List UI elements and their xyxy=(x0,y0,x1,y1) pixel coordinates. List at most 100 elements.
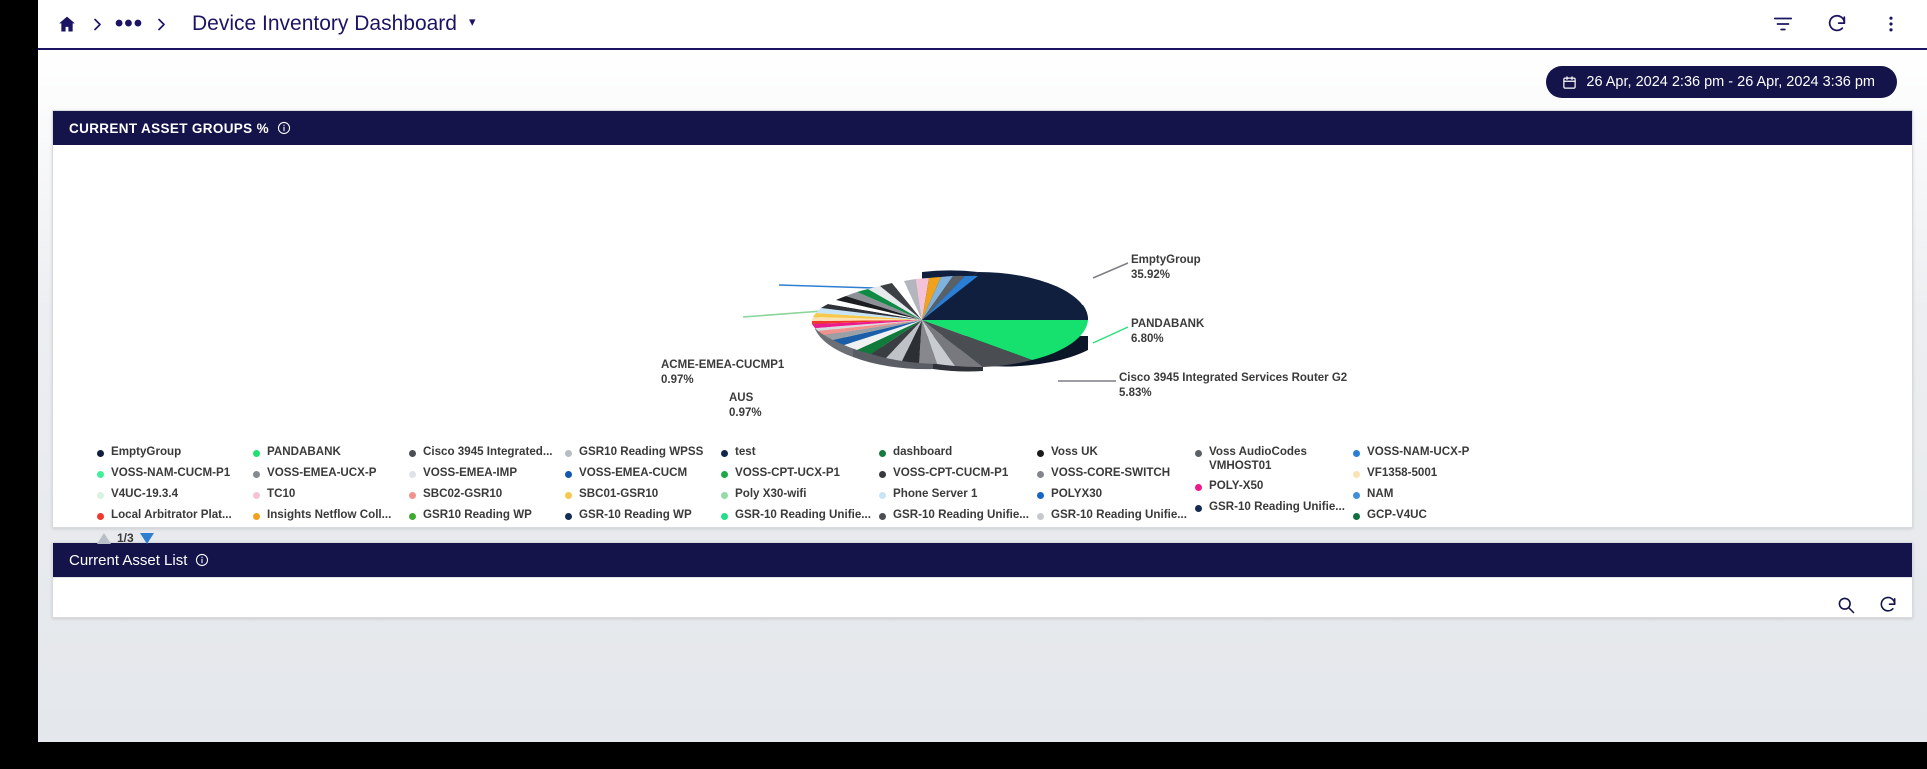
legend-label: POLYX30 xyxy=(1051,487,1103,500)
legend-swatch xyxy=(565,471,572,478)
legend-swatch xyxy=(253,492,260,499)
callout-acme-emea-cucmp1: ACME-EMEA-CUCMP1 0.97% xyxy=(661,358,784,388)
legend-label: VOSS-EMEA-IMP xyxy=(423,466,518,479)
legend-label: VOSS-CPT-UCX-P1 xyxy=(735,466,841,479)
legend-swatch xyxy=(1353,471,1360,478)
legend-item[interactable]: VOSS-EMEA-IMP xyxy=(409,466,565,487)
callout-aus-value: 0.97% xyxy=(729,407,762,419)
legend-item[interactable]: VOSS-NAM-UCX-P xyxy=(1353,445,1511,466)
breadcrumb-ellipsis-button[interactable]: ••• xyxy=(112,9,146,39)
callout-aus-label: AUS xyxy=(729,392,754,404)
legend-swatch xyxy=(879,450,886,457)
legend-swatch xyxy=(1353,492,1360,499)
pie-chart-svg[interactable] xyxy=(53,145,1911,445)
legend-item[interactable]: VOSS-CORE-SWITCH xyxy=(1037,466,1195,487)
legend-item[interactable]: Local Arbitrator Plat... xyxy=(97,508,253,529)
legend-page-indicator: 1/3 xyxy=(117,531,134,545)
legend-page-down-button[interactable] xyxy=(139,532,154,544)
legend-label: TC10 xyxy=(267,487,296,500)
legend-swatch xyxy=(97,450,104,457)
legend-swatch xyxy=(1037,450,1044,457)
legend-item[interactable]: VOSS-NAM-CUCM-P1 xyxy=(97,466,253,487)
legend-item[interactable]: NAM xyxy=(1353,487,1511,508)
top-navigation-bar: ••• Device Inventory Dashboard ▾ xyxy=(38,0,1927,50)
breadcrumb-chevron-icon-2 xyxy=(148,9,174,39)
legend-item[interactable]: GSR-10 Reading Unifie... xyxy=(879,508,1037,529)
legend-label: GSR-10 Reading Unifie... xyxy=(735,508,871,521)
legend-item[interactable]: GSR10 Reading WPSS xyxy=(565,445,721,466)
legend-item[interactable]: GSR10 Reading WP xyxy=(409,508,565,529)
legend-swatch xyxy=(1195,450,1202,457)
current-asset-groups-title: CURRENT ASSET GROUPS % xyxy=(69,120,269,136)
callout-emptygroup-value: 35.92% xyxy=(1131,269,1171,281)
date-range-text: 26 Apr, 2024 2:36 pm - 26 Apr, 2024 3:36… xyxy=(1586,74,1875,90)
legend-label: GSR-10 Reading Unifie... xyxy=(1209,500,1345,513)
callout-cisco-3945: Cisco 3945 Integrated Services Router G2… xyxy=(1119,371,1347,401)
legend-item[interactable]: EmptyGroup xyxy=(97,445,253,466)
date-range-picker[interactable]: 26 Apr, 2024 2:36 pm - 26 Apr, 2024 3:36… xyxy=(1546,66,1897,98)
legend-swatch xyxy=(97,471,104,478)
filter-icon[interactable] xyxy=(1769,10,1797,38)
legend-item[interactable]: V4UC-19.3.4 xyxy=(97,487,253,508)
legend-swatch xyxy=(1353,450,1360,457)
legend-item[interactable]: POLYX30 xyxy=(1037,487,1195,508)
legend-label: Voss UK xyxy=(1051,445,1098,458)
legend-item[interactable]: POLY-X50 xyxy=(1195,479,1353,500)
legend-item[interactable]: GSR-10 Reading Unifie... xyxy=(1195,500,1353,521)
legend-swatch xyxy=(1195,484,1202,491)
legend-swatch xyxy=(1037,471,1044,478)
leader-line-emptygroup xyxy=(1092,262,1129,279)
breadcrumb: ••• Device Inventory Dashboard ▾ xyxy=(38,9,476,39)
legend-item[interactable]: Cisco 3945 Integrated... xyxy=(409,445,565,466)
legend-item[interactable]: TC10 xyxy=(253,487,409,508)
legend-item[interactable]: SBC02-GSR10 xyxy=(409,487,565,508)
legend-swatch xyxy=(1195,505,1202,512)
legend-item[interactable]: VOSS-CPT-CUCM-P1 xyxy=(879,466,1037,487)
legend-item[interactable]: SBC01-GSR10 xyxy=(565,487,721,508)
legend-item[interactable]: Voss UK xyxy=(1037,445,1195,466)
legend-swatch xyxy=(879,492,886,499)
callout-emptygroup-label: EmptyGroup xyxy=(1131,254,1201,266)
legend-swatch xyxy=(409,471,416,478)
legend-label: GCP-V4UC xyxy=(1367,508,1427,521)
legend-column-4: GSR10 Reading WPSS VOSS-EMEA-CUCM SBC01-… xyxy=(565,445,721,529)
legend-item[interactable]: dashboard xyxy=(879,445,1037,466)
callout-pandabank-value: 6.80% xyxy=(1131,333,1164,345)
legend-label: EmptyGroup xyxy=(111,445,182,458)
legend-column-5: test VOSS-CPT-UCX-P1 Poly X30-wifi GSR-1… xyxy=(721,445,879,529)
legend-item[interactable]: VOSS-EMEA-CUCM xyxy=(565,466,721,487)
info-icon[interactable] xyxy=(277,121,291,135)
info-icon[interactable] xyxy=(195,553,209,567)
callout-acme-value: 0.97% xyxy=(661,374,694,386)
legend-item[interactable]: VF1358-5001 xyxy=(1353,466,1511,487)
home-icon[interactable] xyxy=(52,9,82,39)
legend-item[interactable]: test xyxy=(721,445,879,466)
refresh-icon[interactable] xyxy=(1878,595,1898,615)
refresh-icon[interactable] xyxy=(1823,10,1851,38)
legend-item[interactable]: GSR-10 Reading Unifie... xyxy=(1037,508,1195,529)
legend-label: GSR10 Reading WPSS xyxy=(579,445,704,458)
legend-item[interactable]: Insights Netflow Coll... xyxy=(253,508,409,529)
legend-label: V4UC-19.3.4 xyxy=(111,487,179,500)
legend-item[interactable]: Phone Server 1 xyxy=(879,487,1037,508)
more-options-icon[interactable] xyxy=(1877,10,1905,38)
legend-page-up-button[interactable] xyxy=(97,532,111,544)
legend-item[interactable]: GSR-10 Reading Unifie... xyxy=(721,508,879,529)
legend-item[interactable]: GCP-V4UC xyxy=(1353,508,1511,529)
legend-item[interactable]: Voss AudioCodes VMHOST01 xyxy=(1195,445,1353,479)
legend-swatch xyxy=(565,513,572,520)
legend-item[interactable]: Poly X30-wifi xyxy=(721,487,879,508)
legend-item[interactable]: VOSS-EMEA-UCX-P xyxy=(253,466,409,487)
page-title-dropdown-caret-icon[interactable]: ▾ xyxy=(469,14,476,30)
legend-label: PANDABANK xyxy=(267,445,341,458)
legend-item[interactable]: PANDABANK xyxy=(253,445,409,466)
legend-item[interactable]: GSR-10 Reading WP xyxy=(565,508,721,529)
legend-item[interactable]: VOSS-CPT-UCX-P1 xyxy=(721,466,879,487)
calendar-icon xyxy=(1562,75,1577,90)
legend-column-9: VOSS-NAM-UCX-P VF1358-5001 NAM GCP-V4UC xyxy=(1353,445,1511,529)
legend-label: VOSS-CORE-SWITCH xyxy=(1051,466,1171,479)
legend-column-3: Cisco 3945 Integrated... VOSS-EMEA-IMP S… xyxy=(409,445,565,529)
breadcrumb-chevron-icon xyxy=(84,9,110,39)
search-icon[interactable] xyxy=(1836,595,1856,615)
legend-column-7: Voss UK VOSS-CORE-SWITCH POLYX30 GSR-10 … xyxy=(1037,445,1195,529)
